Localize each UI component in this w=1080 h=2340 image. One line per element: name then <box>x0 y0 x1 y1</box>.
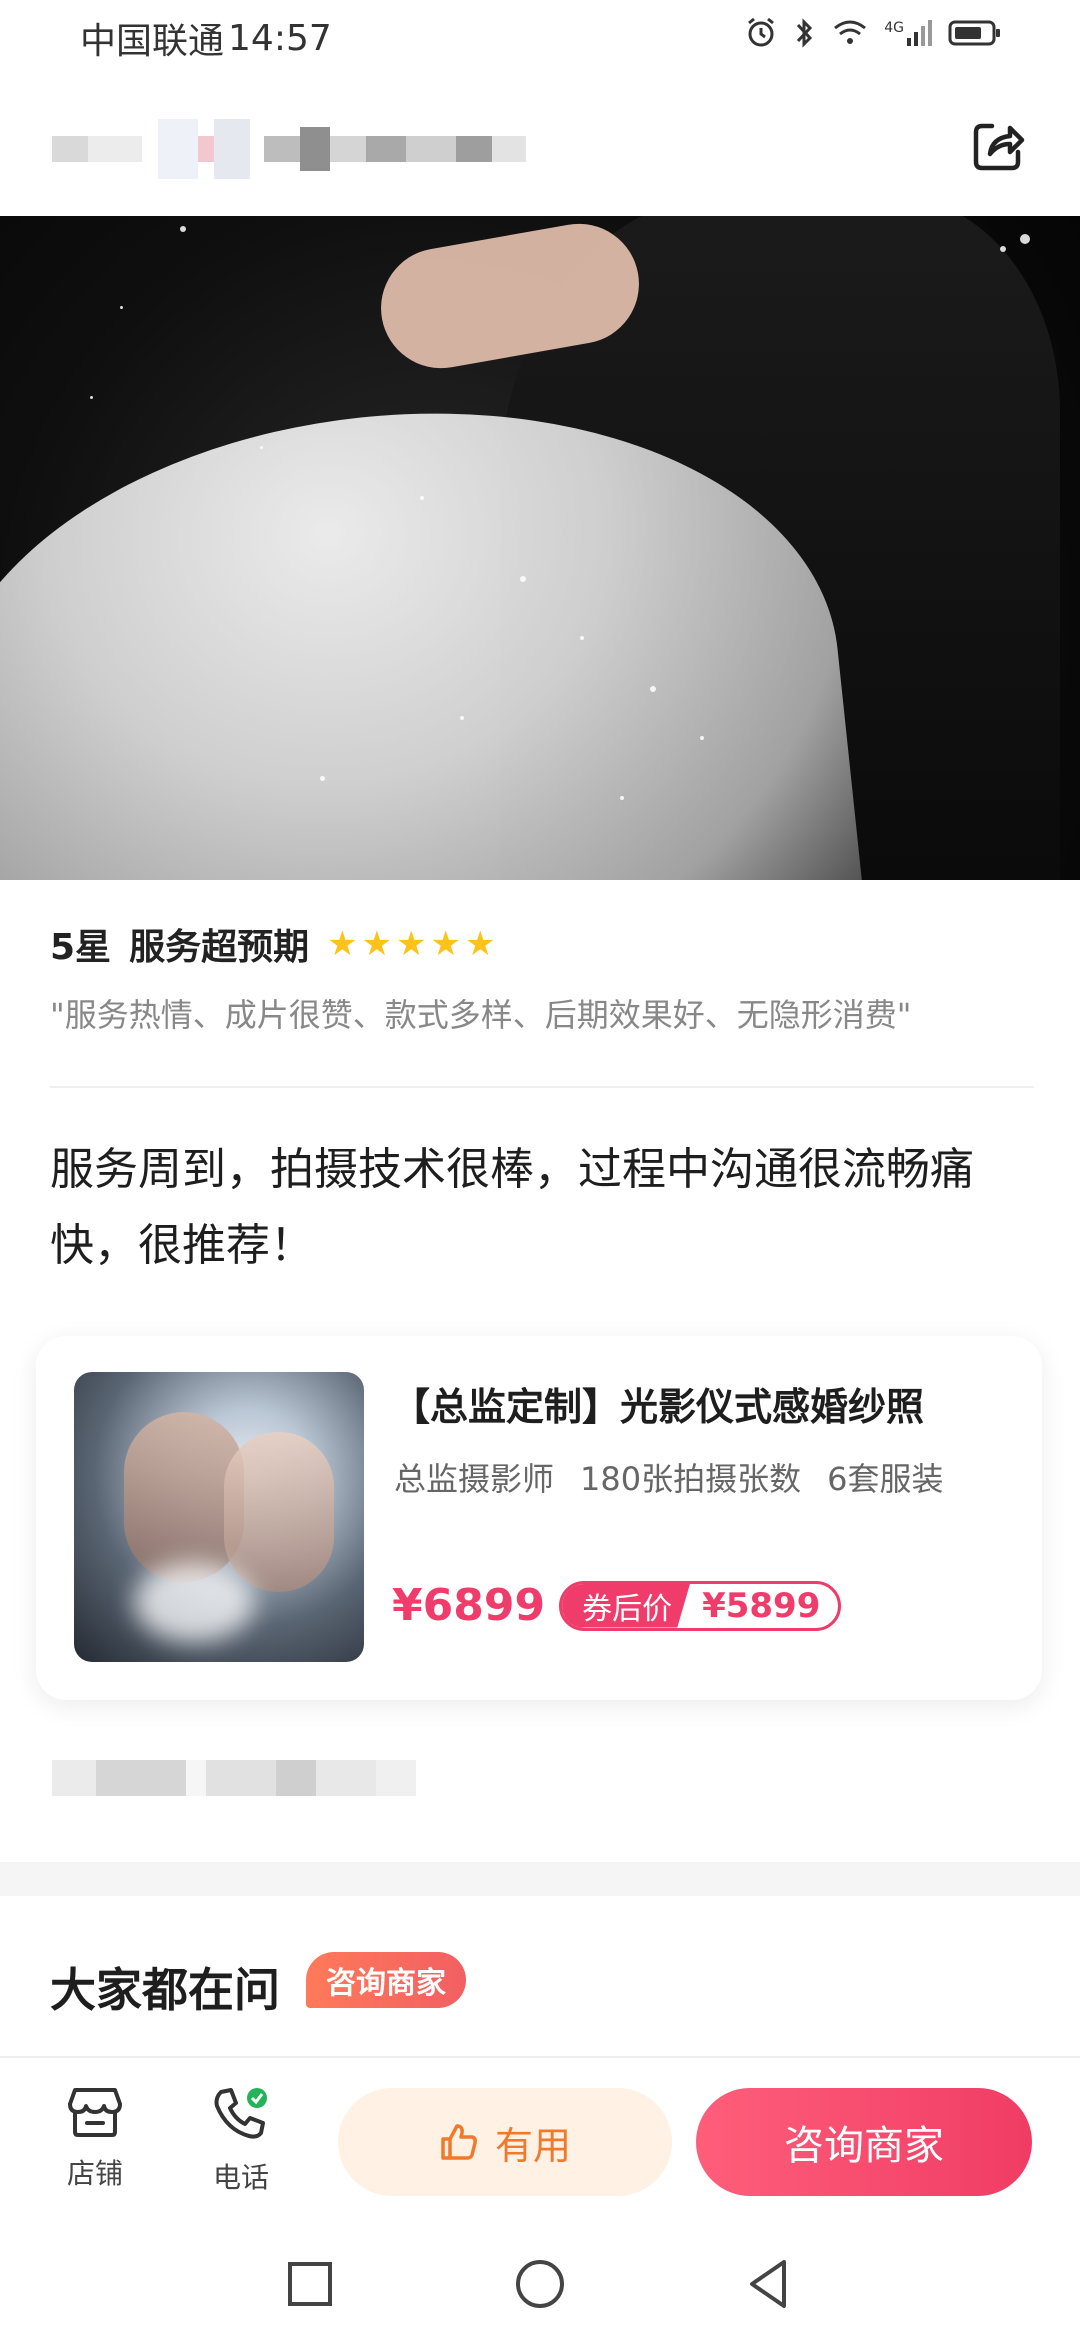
star-icon: ★ <box>430 924 462 964</box>
recent-apps-icon[interactable] <box>280 2254 340 2314</box>
share-icon[interactable] <box>970 116 1028 174</box>
signal-icon: 4G <box>884 20 932 46</box>
bottom-action-bar: 店铺 电话 有用 咨询商家 <box>0 2056 1080 2226</box>
product-card[interactable]: 【总监定制】光影仪式感婚纱照 总监摄影师 180张拍摄张数 6套服装 ¥6899… <box>36 1336 1042 1700</box>
rating-label: 5星 <box>50 927 112 968</box>
qa-consult-tag[interactable]: 咨询商家 <box>306 1952 466 2008</box>
alarm-icon <box>748 17 775 47</box>
divider <box>50 1086 1034 1088</box>
star-icon: ★ <box>327 924 358 964</box>
obscured-store-name <box>52 106 572 192</box>
phone-label: 电话 <box>212 2161 269 2194</box>
system-nav-bar <box>0 2226 1080 2340</box>
status-bar: 中国联通 14:57 4G <box>0 0 1080 76</box>
star-icon: ★ <box>396 924 427 964</box>
rating-stars: ★ ★ ★ ★ ★ <box>327 927 495 961</box>
star-icon: ★ <box>465 924 496 964</box>
qa-section-title: 大家都在问 <box>50 1963 280 2017</box>
store-label: 店铺 <box>66 2157 123 2190</box>
coupon-badge: 券后价 ¥5899 <box>559 1580 842 1631</box>
product-price: ¥6899 <box>392 1580 546 1631</box>
product-title: 【总监定制】光影仪式感婚纱照 <box>392 1385 925 1429</box>
consult-button[interactable]: 咨询商家 <box>696 2088 1032 2196</box>
network-type: 4G <box>884 20 904 36</box>
star-icon: ★ <box>361 924 393 964</box>
product-thumbnail <box>74 1372 364 1662</box>
review-text: 服务周到，拍摄技术很棒，过程中沟通很流畅痛快，很推荐！ <box>50 1144 974 1271</box>
section-separator <box>0 1862 1080 1896</box>
review-header: 5星 服务超预期 ★ ★ ★ ★ ★ <box>50 918 496 970</box>
bluetooth-icon <box>797 18 813 48</box>
thumbs-up-icon <box>441 2124 477 2160</box>
status-left: 中国联通 14:57 <box>80 12 332 64</box>
useful-label: 有用 <box>494 2123 571 2168</box>
phone-icon <box>214 2088 267 2139</box>
obscured-text <box>52 1760 432 1800</box>
review-photo[interactable] <box>0 216 1080 880</box>
back-icon[interactable] <box>740 2254 800 2314</box>
wifi-icon <box>834 20 867 44</box>
phone-button[interactable]: 电话 <box>186 2086 296 2196</box>
battery-icon <box>948 20 1000 46</box>
useful-button[interactable]: 有用 <box>338 2088 672 2196</box>
store-button[interactable]: 店铺 <box>40 2086 150 2192</box>
carrier-text: 中国联通 <box>80 21 225 62</box>
store-icon <box>68 2088 122 2137</box>
product-specs: 总监摄影师 180张拍摄张数 6套服装 <box>394 1454 943 1500</box>
price-row: ¥6899 券后价 ¥5899 <box>392 1580 842 1631</box>
product-spec: 总监摄影师 <box>394 1460 555 1498</box>
status-icons: 4G <box>744 16 1002 50</box>
coupon-price: ¥5899 <box>702 1585 821 1626</box>
consult-label: 咨询商家 <box>784 2123 944 2169</box>
review-tags: "服务热情、成片很赞、款式多样、后期效果好、无隐形消费" <box>50 996 912 1034</box>
home-icon[interactable] <box>510 2254 570 2314</box>
time-text: 14:57 <box>228 17 332 59</box>
coupon-label: 券后价 <box>562 1583 691 1628</box>
product-spec: 180张拍摄张数 <box>580 1460 802 1498</box>
header <box>0 76 1080 216</box>
product-spec: 6套服装 <box>827 1460 944 1498</box>
rating-summary: 服务超预期 <box>129 927 310 968</box>
